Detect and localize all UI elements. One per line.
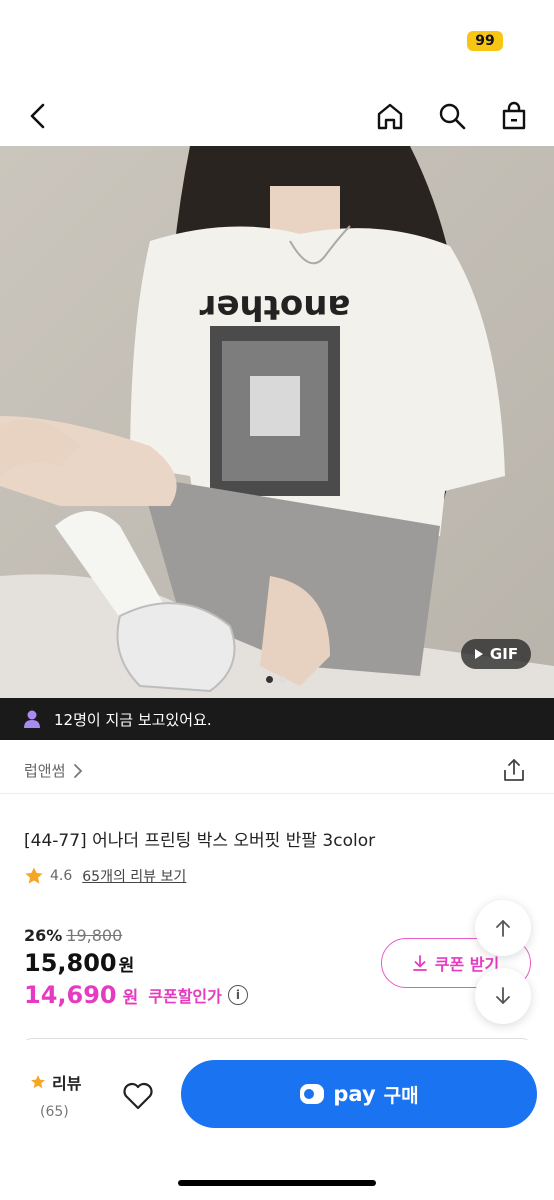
pay-label: pay	[333, 1082, 376, 1106]
home-button[interactable]	[370, 96, 410, 136]
pay-logo-icon	[300, 1084, 325, 1104]
home-icon	[377, 103, 403, 130]
top-navigation	[0, 88, 554, 144]
discount-row: 26% 19,800	[24, 926, 248, 945]
coupon-price-label: 쿠폰할인가	[148, 987, 222, 1006]
cart-button[interactable]	[494, 96, 534, 136]
scroll-down-button[interactable]	[475, 968, 531, 1024]
sale-price-row: 15,800 원	[24, 949, 248, 977]
pagination-dot[interactable]	[279, 676, 286, 683]
arrow-up-icon	[496, 920, 510, 937]
share-icon	[504, 759, 524, 781]
coupon-price: 14,690	[24, 981, 117, 1009]
review-summary: 리뷰	[30, 1070, 81, 1094]
notification-badge: 99	[467, 31, 503, 51]
discount-percent: 26%	[24, 926, 63, 945]
product-title: [44-77] 어나더 프린팅 박스 오버핏 반팔 3color	[24, 831, 376, 851]
download-icon	[412, 955, 427, 971]
svg-text:another: another	[199, 287, 350, 327]
coupon-price-unit: 원	[122, 987, 139, 1008]
live-viewers-bar: 12명이 지금 보고있어요.	[0, 698, 554, 740]
bottom-action-bar: 리뷰 (65) pay 구매	[0, 1040, 554, 1200]
product-photo: another	[0, 146, 554, 698]
back-button[interactable]	[18, 96, 58, 136]
review-link[interactable]: 65개의 리뷰 보기	[82, 866, 186, 886]
sale-price-unit: 원	[118, 956, 135, 976]
review-count: (65)	[40, 1104, 69, 1120]
chevron-right-icon	[74, 763, 83, 778]
live-viewers-text: 12명이 지금 보고있어요.	[54, 710, 212, 729]
product-image-gallery[interactable]: another GIF	[0, 146, 554, 698]
sale-price: 15,800	[24, 949, 117, 977]
review-label: 리뷰	[52, 1074, 82, 1093]
scroll-up-button[interactable]	[475, 900, 531, 956]
rating-value: 4.6	[50, 868, 73, 884]
original-price: 19,800	[66, 926, 123, 945]
wishlist-button[interactable]	[120, 1078, 156, 1114]
brand-row: 럽앤썸	[0, 748, 554, 794]
gallery-pagination	[266, 676, 286, 683]
pay-buy-button[interactable]: pay 구매	[181, 1060, 537, 1128]
pagination-dot-active[interactable]	[266, 676, 273, 683]
share-button[interactable]	[500, 756, 528, 784]
star-icon	[31, 1075, 45, 1089]
price-block: 26% 19,800 15,800 원 14,690 원 쿠폰할인가 i	[24, 926, 248, 1009]
brand-name: 럽앤썸	[24, 762, 66, 780]
review-summary-button[interactable]: 리뷰 (65)	[30, 1070, 81, 1120]
rating-row: 4.6 65개의 리뷰 보기	[24, 866, 186, 886]
brand-link[interactable]: 럽앤썸	[24, 760, 83, 781]
gif-toggle-button[interactable]: GIF	[461, 639, 531, 669]
gif-label: GIF	[489, 645, 519, 663]
star-icon	[25, 867, 43, 884]
coupon-price-row: 14,690 원 쿠폰할인가 i	[24, 981, 248, 1009]
buy-label: 구매	[383, 1084, 419, 1107]
chevron-left-icon	[30, 103, 45, 129]
arrow-down-icon	[496, 987, 510, 1004]
home-indicator	[178, 1180, 376, 1186]
info-icon[interactable]: i	[227, 985, 248, 1005]
search-button[interactable]	[432, 96, 472, 136]
shopping-bag-icon	[502, 101, 526, 130]
heart-icon	[123, 1082, 153, 1110]
play-icon	[474, 649, 483, 659]
search-icon	[439, 103, 466, 130]
person-icon	[24, 710, 40, 728]
